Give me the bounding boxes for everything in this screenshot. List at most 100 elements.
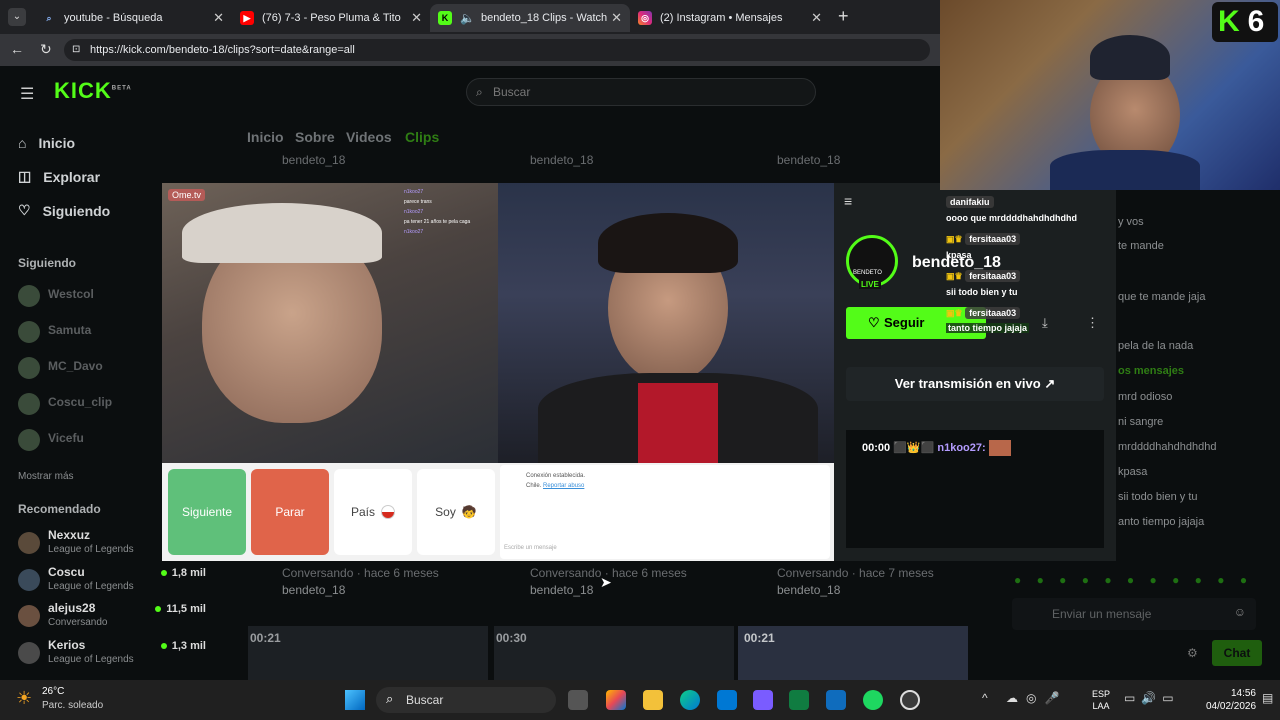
close-icon[interactable]: ✕ xyxy=(411,10,422,26)
kick-brand-letter: K xyxy=(1218,5,1240,38)
settings-icon[interactable]: ⚙ xyxy=(1187,646,1198,660)
clock-date: 04/02/2026 xyxy=(1206,701,1257,712)
follow-label: Seguir xyxy=(884,315,925,330)
speaker-icon[interactable]: 🔈 xyxy=(460,11,475,25)
watch-live-button[interactable]: Ver transmisión en vivo ↗ xyxy=(846,367,1104,401)
tray-icons[interactable]: ☁◎🎤 xyxy=(1006,691,1067,705)
clip-thumbnail[interactable]: 00:30 xyxy=(494,626,734,680)
tab-instagram[interactable]: ◎ (2) Instagram • Mensajes ✕ xyxy=(630,4,830,32)
video-right-person xyxy=(498,183,834,463)
overlay-chat-text: pa tener 21 años te pela caga xyxy=(404,219,471,225)
notifications-icon[interactable]: ▤ xyxy=(1262,691,1273,705)
clip-author[interactable]: bendeto_18 xyxy=(777,583,840,597)
tab-kick-clips[interactable]: K 🔈 bendeto_18 Clips - Watch Liv ✕ xyxy=(430,4,630,32)
copilot-icon[interactable] xyxy=(606,690,626,710)
recommended-channel[interactable]: Kerios League of Legends 1,3 mil xyxy=(18,636,224,670)
clock[interactable]: 14:56 04/02/2026 xyxy=(1206,687,1256,713)
nav-explorar[interactable]: ◫ Explorar xyxy=(18,168,100,185)
clip-chat-line: 00:00 ⬛👑⬛ n1koo27: xyxy=(862,440,1011,456)
recommended-channel[interactable]: Coscu League of Legends 1,8 mil xyxy=(18,563,224,597)
search-icon: ⌕ xyxy=(476,85,483,99)
clip-author[interactable]: bendeto_18 xyxy=(282,153,345,167)
chat-input[interactable]: Enviar un mensaje ☺ xyxy=(1012,598,1256,630)
emoji-icon[interactable]: ☺ xyxy=(1234,605,1246,619)
edge-icon[interactable] xyxy=(680,690,700,710)
file-explorer-icon[interactable] xyxy=(643,690,663,710)
report-link[interactable]: Reportar abuso xyxy=(543,483,584,489)
outlook-icon[interactable] xyxy=(826,690,846,710)
menu-icon[interactable]: ☰ xyxy=(20,84,34,104)
weather-temp: 26°C xyxy=(42,686,65,697)
close-icon[interactable]: ✕ xyxy=(811,10,822,26)
ome-chat-panel: Conexión establecida. Chile. Reportar ab… xyxy=(500,465,830,559)
chat-send-button[interactable]: Chat xyxy=(1212,640,1262,666)
close-icon[interactable]: ✕ xyxy=(611,10,622,26)
next-label: Siguiente xyxy=(181,505,233,519)
overlay-chat-user: n1koo27 xyxy=(404,209,424,215)
channel-avatar[interactable]: BENDETO LIVE xyxy=(846,235,898,289)
back-icon[interactable]: ← xyxy=(10,41,24,57)
weather-widget[interactable]: ☀ 26°C Parc. soleado xyxy=(16,686,136,714)
chat-line: que te mande jaja xyxy=(1118,291,1206,303)
clip-author[interactable]: bendeto_18 xyxy=(530,583,593,597)
site-info-icon[interactable]: ⊡ xyxy=(72,39,80,61)
person-emoji-icon: 🧒 xyxy=(461,505,477,519)
tab-clips[interactable]: Clips xyxy=(405,129,439,145)
clip-meta: Conversando · hace 6 meses xyxy=(282,566,439,580)
kick-logo[interactable]: KICKBETA xyxy=(54,78,132,104)
clip-video[interactable]: Ome.tv n1koo27 parece trans n1koo27 pa t… xyxy=(162,183,834,561)
search-input[interactable]: ⌕ Buscar xyxy=(466,78,816,106)
snipping-tool-icon[interactable] xyxy=(753,690,773,710)
close-icon[interactable]: ✕ xyxy=(213,10,224,26)
chat-text: oooo que mrddddhahdhdhdhd xyxy=(946,213,1077,223)
tray-expand-icon[interactable]: ^ xyxy=(982,691,988,705)
clip-thumbnail[interactable]: 00:21 xyxy=(248,626,488,680)
country-button[interactable]: País xyxy=(334,469,412,555)
instagram-icon: ◎ xyxy=(638,11,652,25)
show-more-link[interactable]: Mostrar más xyxy=(18,471,74,482)
windows-start-icon[interactable] xyxy=(345,690,365,710)
badge-icon: ▣♛ xyxy=(946,271,963,281)
collapse-icon[interactable]: ≡ xyxy=(844,193,852,209)
channel-name: Nexxuz xyxy=(48,528,91,542)
gender-button[interactable]: Soy 🧒 xyxy=(417,469,495,555)
url-text: https://kick.com/bendeto-18/clips?sort=d… xyxy=(90,44,355,56)
chat-line: sii todo bien y tu xyxy=(1118,491,1198,503)
channel-category: League of Legends xyxy=(48,581,134,592)
tab-inicio[interactable]: Inicio xyxy=(247,129,284,145)
obs-icon[interactable] xyxy=(900,690,920,710)
spotify-icon[interactable] xyxy=(863,690,883,710)
clip-author[interactable]: bendeto_18 xyxy=(282,583,345,597)
weather-sun-icon: ☀ xyxy=(16,688,33,708)
nav-siguiendo[interactable]: ♡ Siguiendo xyxy=(18,202,110,219)
tab-title: bendeto_18 Clips - Watch Liv xyxy=(480,12,611,24)
task-view-icon[interactable] xyxy=(568,690,588,710)
tab-sobre[interactable]: Sobre xyxy=(295,129,335,145)
store-icon[interactable] xyxy=(717,690,737,710)
ome-message-input[interactable]: Escribe un mensaje xyxy=(504,545,557,551)
tab-videos[interactable]: Videos xyxy=(346,129,392,145)
stop-button[interactable]: Parar xyxy=(251,469,329,555)
tab-actions-icon[interactable]: ⌄ xyxy=(8,8,26,26)
new-tab-button[interactable]: + xyxy=(838,6,849,27)
recommended-channel[interactable]: alejus28 Conversando 11,5 mil xyxy=(18,599,224,633)
clip-author[interactable]: bendeto_18 xyxy=(530,153,593,167)
avatar xyxy=(18,642,40,664)
taskbar-search[interactable]: ⌕ Buscar xyxy=(376,687,556,713)
tab-youtube-search[interactable]: ⌕ youtube - Búsqueda ✕ xyxy=(34,4,232,32)
overlay-chat-msg: ▣♛ fersitaaa03 xyxy=(946,307,1021,319)
clip-thumbnail[interactable]: 00:21 xyxy=(738,626,968,680)
system-tray-icons[interactable]: ▭🔊▭ xyxy=(1124,691,1180,705)
language-indicator[interactable]: ESP LAA xyxy=(1092,688,1110,712)
tab-title: (2) Instagram • Mensajes xyxy=(660,12,783,24)
excel-icon[interactable] xyxy=(789,690,809,710)
tab-youtube-song[interactable]: ▶ (76) 7-3 - Peso Pluma & Tito Doub ✕ xyxy=(232,4,430,32)
url-field[interactable]: ⊡ https://kick.com/bendeto-18/clips?sort… xyxy=(64,39,930,61)
next-button[interactable]: Siguiente xyxy=(168,469,246,555)
weather-desc: Parc. soleado xyxy=(42,700,104,711)
lang-layout: LAA xyxy=(1092,701,1110,711)
reload-icon[interactable]: ↻ xyxy=(40,41,52,58)
nav-inicio[interactable]: ⌂ Inicio xyxy=(18,135,75,151)
clip-author[interactable]: bendeto_18 xyxy=(777,153,840,167)
avatar-text: BENDETO xyxy=(853,270,882,276)
